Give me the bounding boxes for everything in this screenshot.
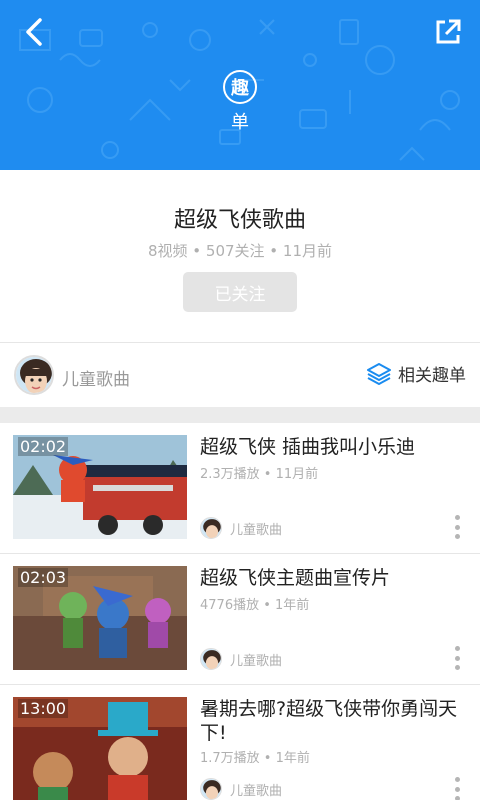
video-title[interactable]: 暑期去哪?超级飞侠带你勇闯天下! [200,697,470,745]
avatar-image [16,357,52,393]
back-button[interactable] [14,12,54,52]
header-banner: 趣 单 [0,0,480,170]
related-label: 相关趣单 [398,366,466,386]
video-duration: 02:02 [18,437,69,456]
layers-icon [367,362,391,385]
playlist-title: 超级飞侠歌曲 [173,208,306,233]
video-meta: 1.7万播放 • 1年前 [200,751,310,766]
more-vertical-icon[interactable] [452,777,462,800]
logo-circle: 趣 [223,70,257,104]
playlist-info: 超级飞侠歌曲 8视频 • 507关注 • 11月前 已关注 [0,170,480,342]
video-author[interactable]: 儿童歌曲 [200,778,282,800]
author-name[interactable]: 儿童歌曲 [62,365,130,390]
author-avatar[interactable] [14,355,54,395]
video-author[interactable]: 儿童歌曲 [200,517,282,539]
more-vertical-icon[interactable] [452,646,462,670]
video-meta: 4776播放 • 1年前 [200,598,310,613]
share-icon [436,19,461,44]
app-logo: 趣 单 [223,70,257,134]
video-duration: 02:03 [18,568,69,587]
section-separator [0,407,480,423]
author-row: 儿童歌曲 相关趣单 [0,343,480,407]
video-meta: 2.3万播放 • 11月前 [200,467,319,482]
video-item[interactable]: 02:03 超级飞侠主题曲宣传片 4776播放 • 1年前 儿童歌曲 [0,554,480,685]
video-author[interactable]: 儿童歌曲 [200,648,282,670]
video-title[interactable]: 超级飞侠主题曲宣传片 [200,566,470,590]
video-thumbnail[interactable]: 02:02 [13,435,187,539]
more-vertical-icon[interactable] [452,515,462,539]
video-author-name: 儿童歌曲 [230,653,283,669]
follow-button[interactable]: 已关注 [183,272,297,312]
video-author-name: 儿童歌曲 [230,522,283,538]
video-item[interactable]: 02:02 超级飞侠 插曲我叫小乐迪 2.3万播放 • 11月前 儿童歌曲 [0,423,480,554]
video-title[interactable]: 超级飞侠 插曲我叫小乐迪 [200,435,470,459]
author-avatar [200,778,222,800]
logo-text: 单 [231,112,249,133]
video-duration: 13:00 [18,699,69,718]
video-thumbnail[interactable]: 02:03 [13,566,187,670]
author-avatar [200,517,222,539]
share-button[interactable] [428,12,468,52]
related-playlists-button[interactable]: 相关趣单 [366,361,466,386]
video-thumbnail[interactable]: 13:00 [13,697,187,800]
video-item[interactable]: 13:00 暑期去哪?超级飞侠带你勇闯天下! 1.7万播放 • 1年前 儿童歌曲 [0,685,480,800]
back-arrow-icon [26,18,42,46]
playlist-meta: 8视频 • 507关注 • 11月前 [147,242,333,260]
video-author-name: 儿童歌曲 [230,783,283,799]
author-avatar [200,648,222,670]
